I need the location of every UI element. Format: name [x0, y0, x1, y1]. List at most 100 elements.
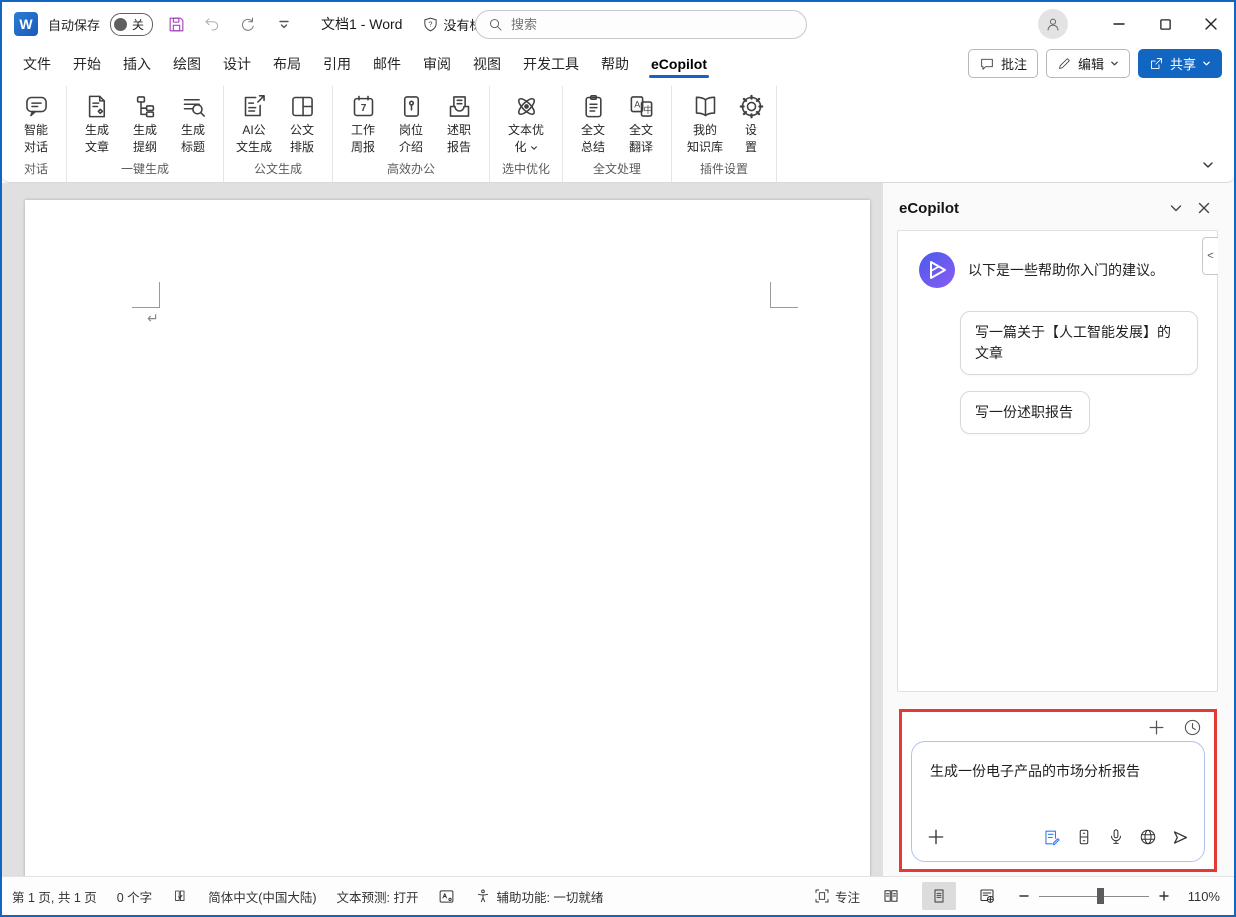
minimize-icon [1112, 17, 1126, 31]
generate-title-button[interactable]: 生成 标题 [170, 86, 216, 155]
text-optimize-button[interactable]: 文本优 化 [497, 86, 555, 155]
zoom-in-button[interactable] [1158, 890, 1170, 902]
margin-corner-mark-right [770, 282, 798, 308]
tab-developer[interactable]: 开发工具 [512, 46, 590, 82]
web-layout-button[interactable] [970, 882, 1004, 910]
chevron-down-icon [1202, 159, 1214, 171]
tab-view[interactable]: 视图 [462, 46, 512, 82]
close-button[interactable] [1188, 2, 1234, 46]
history-button[interactable] [1183, 718, 1202, 742]
proofing-status[interactable] [172, 888, 188, 904]
web-search-button[interactable] [1139, 828, 1157, 851]
word-count[interactable]: 0 个字 [117, 887, 152, 906]
comments-button[interactable]: 批注 [968, 49, 1038, 78]
maximize-button[interactable] [1142, 2, 1188, 46]
text-prediction-icon [438, 888, 455, 905]
page-indicator[interactable]: 第 1 页, 共 1 页 [12, 887, 97, 906]
generate-outline-button[interactable]: 生成 提纲 [122, 86, 168, 155]
editing-mode-button[interactable]: 编辑 [1046, 49, 1130, 78]
doc-typeset-button[interactable]: 公文 排版 [279, 86, 325, 155]
panel-close-button[interactable] [1190, 196, 1218, 220]
share-button[interactable]: 共享 [1138, 49, 1222, 78]
panel-collapse-button[interactable] [1162, 196, 1190, 220]
smart-chat-button[interactable]: 智能 对话 [13, 86, 59, 155]
group-label: 全文处理 [593, 157, 641, 182]
account-avatar[interactable] [1038, 9, 1068, 39]
tab-mailings[interactable]: 邮件 [362, 46, 412, 82]
job-intro-button[interactable]: 岗位 介绍 [388, 86, 434, 155]
tab-ecopilot[interactable]: eCopilot [640, 48, 718, 80]
accessibility-status[interactable]: 辅助功能: 一切就绪 [475, 887, 603, 906]
qat-customize-button[interactable] [271, 11, 297, 37]
zoom-out-button[interactable] [1018, 890, 1030, 902]
tab-design[interactable]: 设计 [212, 46, 262, 82]
tab-file[interactable]: 文件 [12, 46, 62, 82]
status-bar: 第 1 页, 共 1 页 0 个字 简体中文(中国大陆) 文本预测: 打开 辅助… [2, 876, 1234, 915]
ribbon-group-official-doc: AI公 文生成 公文 排版 公文生成 [224, 86, 333, 182]
save-button[interactable] [163, 11, 189, 37]
tab-insert[interactable]: 插入 [112, 46, 162, 82]
document-canvas[interactable]: ↵ [2, 183, 886, 876]
fulltext-summary-button[interactable]: 全文 总结 [570, 86, 616, 155]
language-indicator[interactable]: 简体中文(中国大陆) [208, 887, 316, 906]
weekly-report-button[interactable]: 7 工作 周报 [340, 86, 386, 155]
voice-input-button[interactable] [1107, 828, 1125, 851]
clipboard-list-icon [580, 93, 607, 120]
group-label: 高效办公 [387, 157, 435, 182]
intro-message: 以下是一些帮助你入门的建议。 [968, 251, 1164, 280]
duty-report-button[interactable]: 述职 报告 [436, 86, 482, 155]
text-prediction-status[interactable]: 文本预测: 打开 [337, 887, 419, 906]
attach-button[interactable] [926, 827, 946, 852]
settings-button[interactable]: 设 置 [733, 86, 769, 155]
zoom-slider-thumb[interactable] [1097, 888, 1104, 904]
panel-title: eCopilot [899, 200, 1162, 217]
tab-help[interactable]: 帮助 [590, 46, 640, 82]
tab-draw[interactable]: 绘图 [162, 46, 212, 82]
read-mode-button[interactable] [874, 882, 908, 910]
search-icon [488, 17, 503, 32]
group-label: 一键生成 [121, 157, 169, 182]
zoom-slider[interactable] [1039, 888, 1149, 904]
undo-button[interactable] [199, 11, 225, 37]
prompt-template-button[interactable] [1042, 828, 1061, 852]
chat-input-box[interactable]: 生成一份电子产品的市场分析报告 [911, 741, 1205, 862]
tab-references[interactable]: 引用 [312, 46, 362, 82]
person-icon [1044, 15, 1062, 33]
tab-layout[interactable]: 布局 [262, 46, 312, 82]
autosave-toggle[interactable]: 关 [110, 13, 153, 36]
zoom-level[interactable]: 110% [1184, 889, 1220, 904]
share-icon [1149, 56, 1164, 71]
fulltext-translate-button[interactable]: A中 全文 翻译 [618, 86, 664, 155]
chevron-down-icon [530, 144, 538, 152]
send-icon [1171, 828, 1190, 847]
ai-official-doc-button[interactable]: AI公 文生成 [231, 86, 277, 155]
document-page[interactable]: ↵ [25, 200, 870, 876]
layout-grid-icon [289, 93, 316, 120]
send-button[interactable] [1171, 828, 1190, 852]
document-arrow-icon [241, 93, 268, 120]
knowledge-base-button[interactable]: 我的 知识库 [679, 86, 731, 155]
ribbon: 智能 对话 对话 生成 文章 生成 [2, 82, 1234, 183]
redo-button[interactable] [235, 11, 261, 37]
group-label: 对话 [24, 157, 48, 182]
minimize-button[interactable] [1096, 2, 1142, 46]
search-input[interactable] [511, 17, 761, 32]
prediction-icon-button[interactable] [438, 888, 455, 905]
suggestion-chip[interactable]: 写一篇关于【人工智能发展】的文章 [960, 311, 1198, 375]
new-chat-button[interactable] [1147, 718, 1166, 742]
document-sparkle-icon [84, 93, 111, 120]
chat-input-text[interactable]: 生成一份电子产品的市场分析报告 [912, 742, 1204, 781]
tab-home[interactable]: 开始 [62, 46, 112, 82]
print-layout-button[interactable] [922, 882, 956, 910]
chat-input-section: 生成一份电子产品的市场分析报告 [899, 709, 1217, 872]
search-box[interactable] [475, 10, 807, 39]
ecopilot-panel: eCopilot 以下是一些 [882, 183, 1234, 876]
collapse-ribbon-button[interactable] [1202, 158, 1214, 176]
suggestion-chip[interactable]: 写一份述职报告 [960, 391, 1090, 434]
focus-mode-button[interactable]: 专注 [814, 887, 860, 906]
notes-button[interactable] [1075, 828, 1093, 851]
close-icon [1204, 17, 1218, 31]
generate-article-button[interactable]: 生成 文章 [74, 86, 120, 155]
panel-expand-handle[interactable]: < [1202, 237, 1218, 275]
tab-review[interactable]: 审阅 [412, 46, 462, 82]
